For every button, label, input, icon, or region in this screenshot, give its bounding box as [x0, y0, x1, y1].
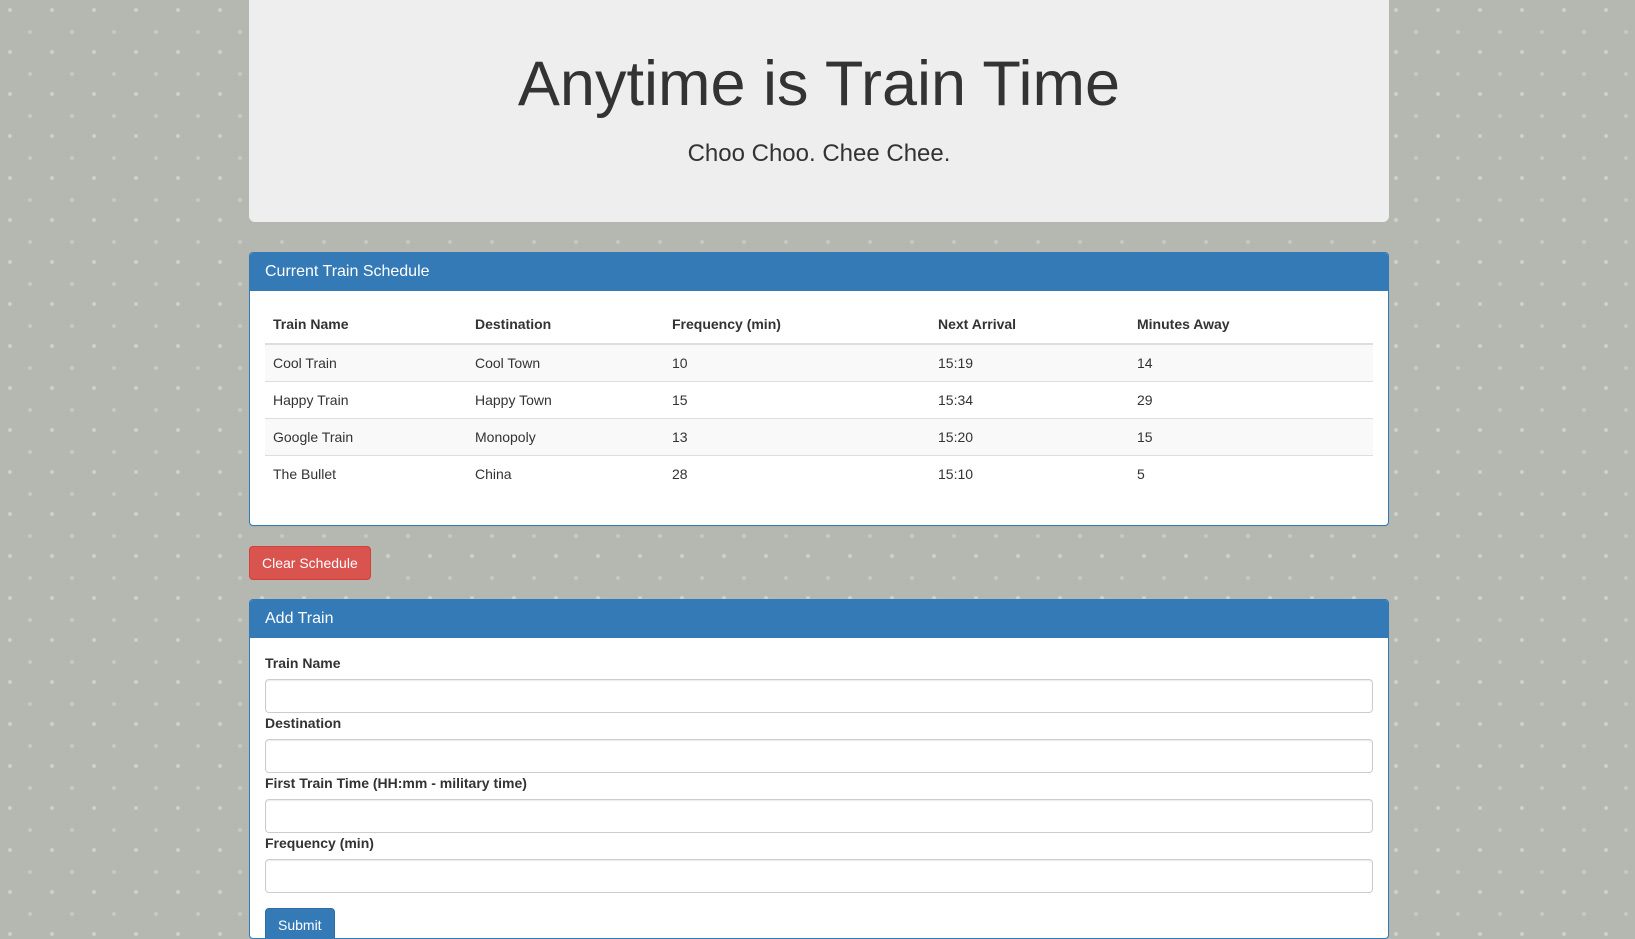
cell-train-name: Happy Train	[265, 381, 467, 419]
cell-minutes-away: 15	[1129, 418, 1373, 456]
column-header-minutes-away: Minutes Away	[1129, 306, 1373, 345]
cell-train-name: Cool Train	[265, 344, 467, 382]
train-name-label: Train Name	[265, 655, 341, 671]
cell-train-name: Google Train	[265, 418, 467, 456]
cell-frequency: 13	[664, 418, 930, 456]
destination-input[interactable]	[265, 739, 1373, 773]
add-train-panel: Add Train Train Name Destination First T…	[249, 599, 1389, 939]
add-train-panel-heading: Add Train	[250, 600, 1388, 638]
cell-next-arrival: 15:10	[930, 455, 1129, 492]
table-row: Cool Train Cool Town 10 15:19 14	[265, 344, 1373, 382]
first-train-time-label: First Train Time (HH:mm - military time)	[265, 775, 527, 791]
form-group-first-train-time: First Train Time (HH:mm - military time)	[265, 775, 1373, 833]
frequency-input[interactable]	[265, 859, 1373, 893]
table-row: Google Train Monopoly 13 15:20 15	[265, 418, 1373, 456]
clear-schedule-button[interactable]: Clear Schedule	[249, 546, 371, 580]
column-header-destination: Destination	[467, 306, 664, 345]
cell-minutes-away: 29	[1129, 381, 1373, 419]
page-title: Anytime is Train Time	[517, 49, 1121, 119]
cell-next-arrival: 15:34	[930, 381, 1129, 419]
frequency-label: Frequency (min)	[265, 835, 374, 851]
form-group-frequency: Frequency (min)	[265, 835, 1373, 893]
cell-frequency: 10	[664, 344, 930, 382]
cell-destination: Monopoly	[467, 418, 664, 456]
main-container: Anytime is Train Time Choo Choo. Chee Ch…	[249, 0, 1389, 939]
table-header-row: Train Name Destination Frequency (min) N…	[265, 306, 1373, 345]
cell-destination: Cool Town	[467, 344, 664, 382]
column-header-frequency: Frequency (min)	[664, 306, 930, 345]
page-subtitle: Choo Choo. Chee Chee.	[687, 140, 951, 167]
add-train-form: Train Name Destination First Train Time …	[250, 638, 1388, 938]
form-group-destination: Destination	[265, 715, 1373, 773]
cell-next-arrival: 15:20	[930, 418, 1129, 456]
column-header-next-arrival: Next Arrival	[930, 306, 1129, 345]
table-row: The Bullet China 28 15:10 5	[265, 455, 1373, 492]
cell-minutes-away: 5	[1129, 455, 1373, 492]
cell-frequency: 15	[664, 381, 930, 419]
schedule-table: Train Name Destination Frequency (min) N…	[265, 306, 1373, 492]
destination-label: Destination	[265, 715, 342, 731]
cell-destination: Happy Town	[467, 381, 664, 419]
cell-minutes-away: 14	[1129, 344, 1373, 382]
jumbotron: Anytime is Train Time Choo Choo. Chee Ch…	[249, 0, 1389, 222]
cell-train-name: The Bullet	[265, 455, 467, 492]
cell-destination: China	[467, 455, 664, 492]
table-row: Happy Train Happy Town 15 15:34 29	[265, 381, 1373, 419]
submit-button[interactable]: Submit	[265, 908, 335, 938]
form-group-train-name: Train Name	[265, 655, 1373, 713]
first-train-time-input[interactable]	[265, 799, 1373, 833]
schedule-panel: Current Train Schedule Train Name Destin…	[249, 252, 1389, 526]
column-header-train-name: Train Name	[265, 306, 467, 345]
cell-next-arrival: 15:19	[930, 344, 1129, 382]
cell-frequency: 28	[664, 455, 930, 492]
train-name-input[interactable]	[265, 679, 1373, 713]
schedule-panel-body: Train Name Destination Frequency (min) N…	[250, 291, 1388, 507]
schedule-panel-heading: Current Train Schedule	[250, 253, 1388, 291]
